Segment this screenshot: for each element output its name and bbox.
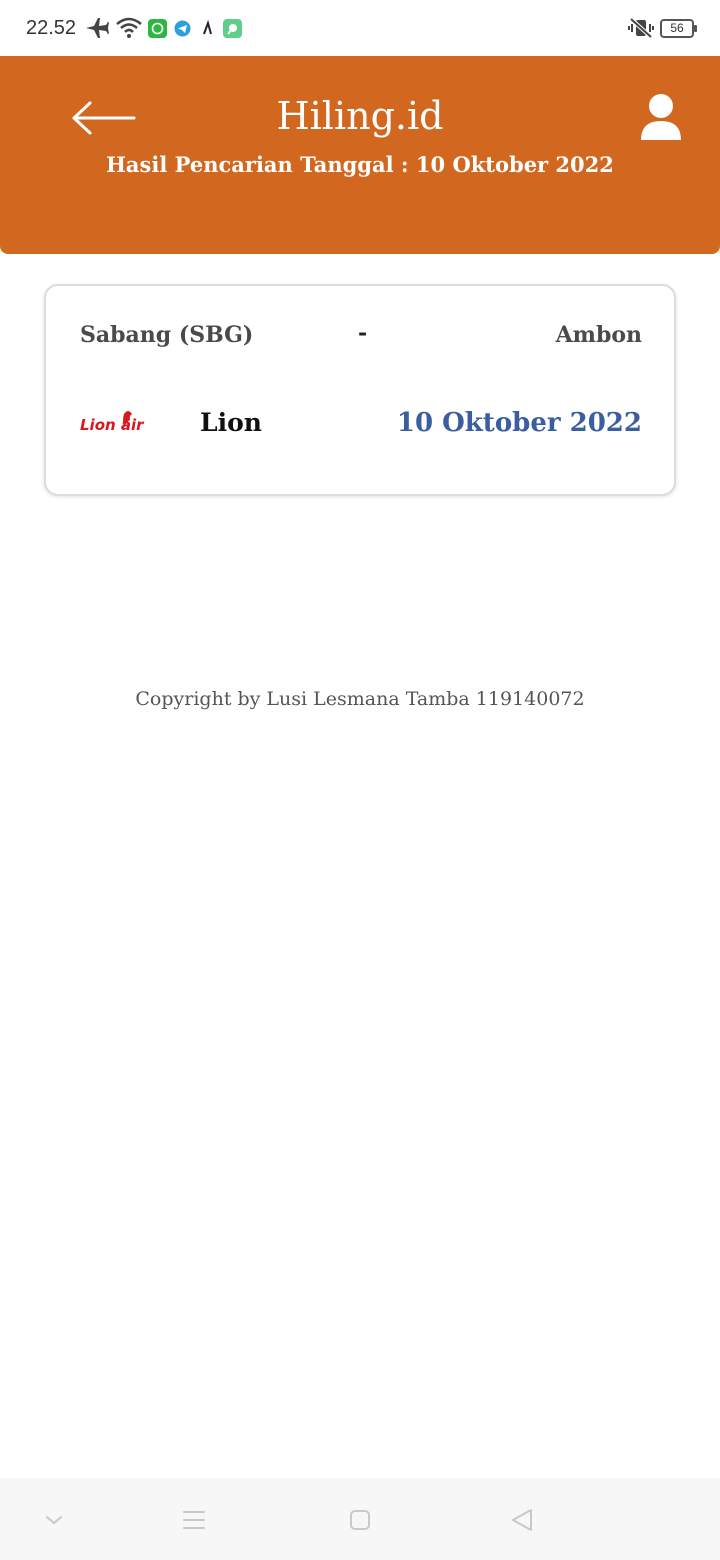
flight-result-card[interactable]: Sabang (SBG) - Ambon Lion air Lion 10 Ok…	[44, 284, 676, 496]
chevron-down-icon	[46, 1516, 62, 1525]
home-square-icon	[350, 1510, 370, 1530]
battery-level: 56	[670, 21, 684, 35]
user-icon	[641, 94, 681, 140]
nav-collapse-button[interactable]	[34, 1500, 74, 1540]
flight-date: 10 Oktober 2022	[396, 408, 642, 438]
vibrate-mute-icon	[628, 17, 654, 39]
status-bar: 22.52 56	[0, 0, 720, 56]
nav-home-button[interactable]	[340, 1500, 380, 1540]
menu-icon	[183, 1511, 205, 1529]
system-nav-bar	[0, 1478, 720, 1560]
status-icons-right: 56	[628, 17, 697, 39]
destination-airport: Ambon	[555, 322, 642, 348]
airplane-mode-icon	[86, 18, 110, 38]
status-time: 22.52	[26, 16, 77, 39]
app-header: Hiling.id Hasil Pencarian Tanggal : 10 O…	[0, 56, 720, 254]
airline-name: Lion	[200, 408, 262, 437]
airline-logo-text: Lion air	[80, 416, 145, 434]
telegram-icon	[173, 18, 193, 38]
triangle-back-icon	[512, 1509, 532, 1531]
search-date-subtitle: Hasil Pencarian Tanggal : 10 Oktober 202…	[106, 152, 614, 177]
sound-app-icon	[198, 18, 218, 38]
copyright-text: Copyright by Lusi Lesmana Tamba 11914007…	[135, 688, 585, 710]
profile-button[interactable]	[638, 92, 684, 142]
wifi-icon	[116, 17, 142, 38]
origin-airport: Sabang (SBG)	[80, 322, 254, 348]
airline-logo: Lion air	[80, 406, 168, 440]
page-title: Hiling.id	[276, 94, 444, 138]
nav-back-button[interactable]	[502, 1500, 542, 1540]
status-icons-left	[84, 17, 243, 39]
whatsapp-icon	[148, 18, 168, 38]
route-separator: -	[358, 320, 368, 346]
battery-icon: 56	[660, 18, 697, 38]
chat-app-icon	[223, 18, 243, 38]
nav-menu-button[interactable]	[174, 1500, 214, 1540]
